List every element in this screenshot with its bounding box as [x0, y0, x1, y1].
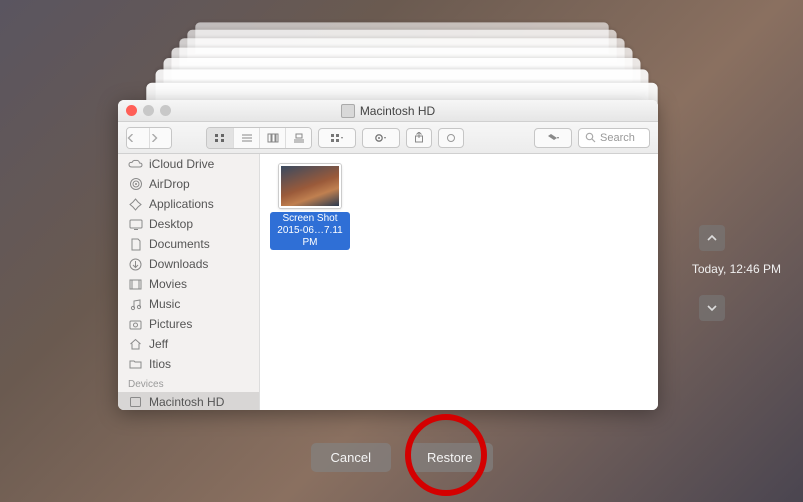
search-placeholder: Search — [600, 132, 635, 144]
titlebar: Macintosh HD — [118, 100, 658, 122]
folder-icon — [128, 357, 143, 371]
restore-button[interactable]: Restore — [407, 443, 493, 472]
window-title: Macintosh HD — [360, 104, 435, 118]
sidebar-item-desktop[interactable]: Desktop — [118, 214, 259, 234]
sidebar-item-macintosh-hd[interactable]: Macintosh HD — [118, 392, 259, 410]
arrange-button[interactable] — [318, 128, 356, 148]
disk-icon — [128, 395, 143, 409]
sidebar-item-label: Pictures — [149, 317, 192, 331]
cancel-button[interactable]: Cancel — [311, 443, 391, 472]
timeline-timestamp: Today, 12:46 PM — [692, 262, 781, 276]
file-name: Screen Shot 2015-06…7.11 PM — [270, 212, 350, 250]
sidebar-item-icloud[interactable]: iCloud Drive — [118, 154, 259, 174]
sidebar: iCloud Drive AirDrop Applications Deskto… — [118, 154, 260, 410]
search-icon — [585, 132, 596, 143]
minimize-icon[interactable] — [143, 105, 154, 116]
sidebar-item-label: AirDrop — [149, 177, 190, 191]
action-button[interactable] — [362, 128, 400, 148]
file-thumbnail — [279, 164, 341, 208]
sidebar-item-label: Itios — [149, 357, 171, 371]
window-controls — [126, 105, 171, 116]
sidebar-item-downloads[interactable]: Downloads — [118, 254, 259, 274]
back-button[interactable] — [127, 128, 149, 148]
sidebar-item-label: Jeff — [149, 337, 168, 351]
forward-button[interactable] — [149, 128, 171, 148]
sidebar-item-label: Macintosh HD — [149, 395, 224, 409]
apps-icon — [128, 197, 143, 211]
sidebar-item-pictures[interactable]: Pictures — [118, 314, 259, 334]
sidebar-item-music[interactable]: Music — [118, 294, 259, 314]
sidebar-item-label: Downloads — [149, 257, 208, 271]
sidebar-item-label: Applications — [149, 197, 214, 211]
sidebar-item-label: Music — [149, 297, 180, 311]
sidebar-item-label: Movies — [149, 277, 187, 291]
timeline-up-button[interactable] — [699, 225, 725, 251]
share-button[interactable] — [406, 128, 432, 148]
content-area[interactable]: Screen Shot 2015-06…7.11 PM — [260, 154, 658, 410]
sidebar-item-airdrop[interactable]: AirDrop — [118, 174, 259, 194]
sidebar-item-movies[interactable]: Movies — [118, 274, 259, 294]
cloud-icon — [128, 157, 143, 171]
icon-view-button[interactable] — [207, 128, 233, 148]
column-view-button[interactable] — [259, 128, 285, 148]
desktop-icon — [128, 217, 143, 231]
sidebar-section-devices: Devices — [118, 374, 259, 392]
view-mode-segment — [206, 127, 312, 149]
pictures-icon — [128, 317, 143, 331]
sidebar-item-label: Desktop — [149, 217, 193, 231]
timeline-down-button[interactable] — [699, 295, 725, 321]
action-bar: Cancel Restore — [311, 443, 493, 472]
documents-icon — [128, 237, 143, 251]
downloads-icon — [128, 257, 143, 271]
hard-drive-icon — [341, 104, 355, 118]
home-icon — [128, 337, 143, 351]
coverflow-view-button[interactable] — [285, 128, 311, 148]
music-icon — [128, 297, 143, 311]
finder-window: Macintosh HD — [118, 100, 658, 410]
search-input[interactable]: Search — [578, 128, 650, 148]
sidebar-item-applications[interactable]: Applications — [118, 194, 259, 214]
list-view-button[interactable] — [233, 128, 259, 148]
dropbox-button[interactable] — [534, 128, 572, 148]
toolbar: Search — [118, 122, 658, 154]
sidebar-item-itios[interactable]: Itios — [118, 354, 259, 374]
zoom-icon[interactable] — [160, 105, 171, 116]
airdrop-icon — [128, 177, 143, 191]
nav-buttons — [126, 127, 172, 149]
movies-icon — [128, 277, 143, 291]
sidebar-item-label: Documents — [149, 237, 210, 251]
sidebar-item-label: iCloud Drive — [149, 157, 214, 171]
close-icon[interactable] — [126, 105, 137, 116]
file-item[interactable]: Screen Shot 2015-06…7.11 PM — [270, 164, 350, 250]
sidebar-item-jeff[interactable]: Jeff — [118, 334, 259, 354]
tags-button[interactable] — [438, 128, 464, 148]
sidebar-item-documents[interactable]: Documents — [118, 234, 259, 254]
